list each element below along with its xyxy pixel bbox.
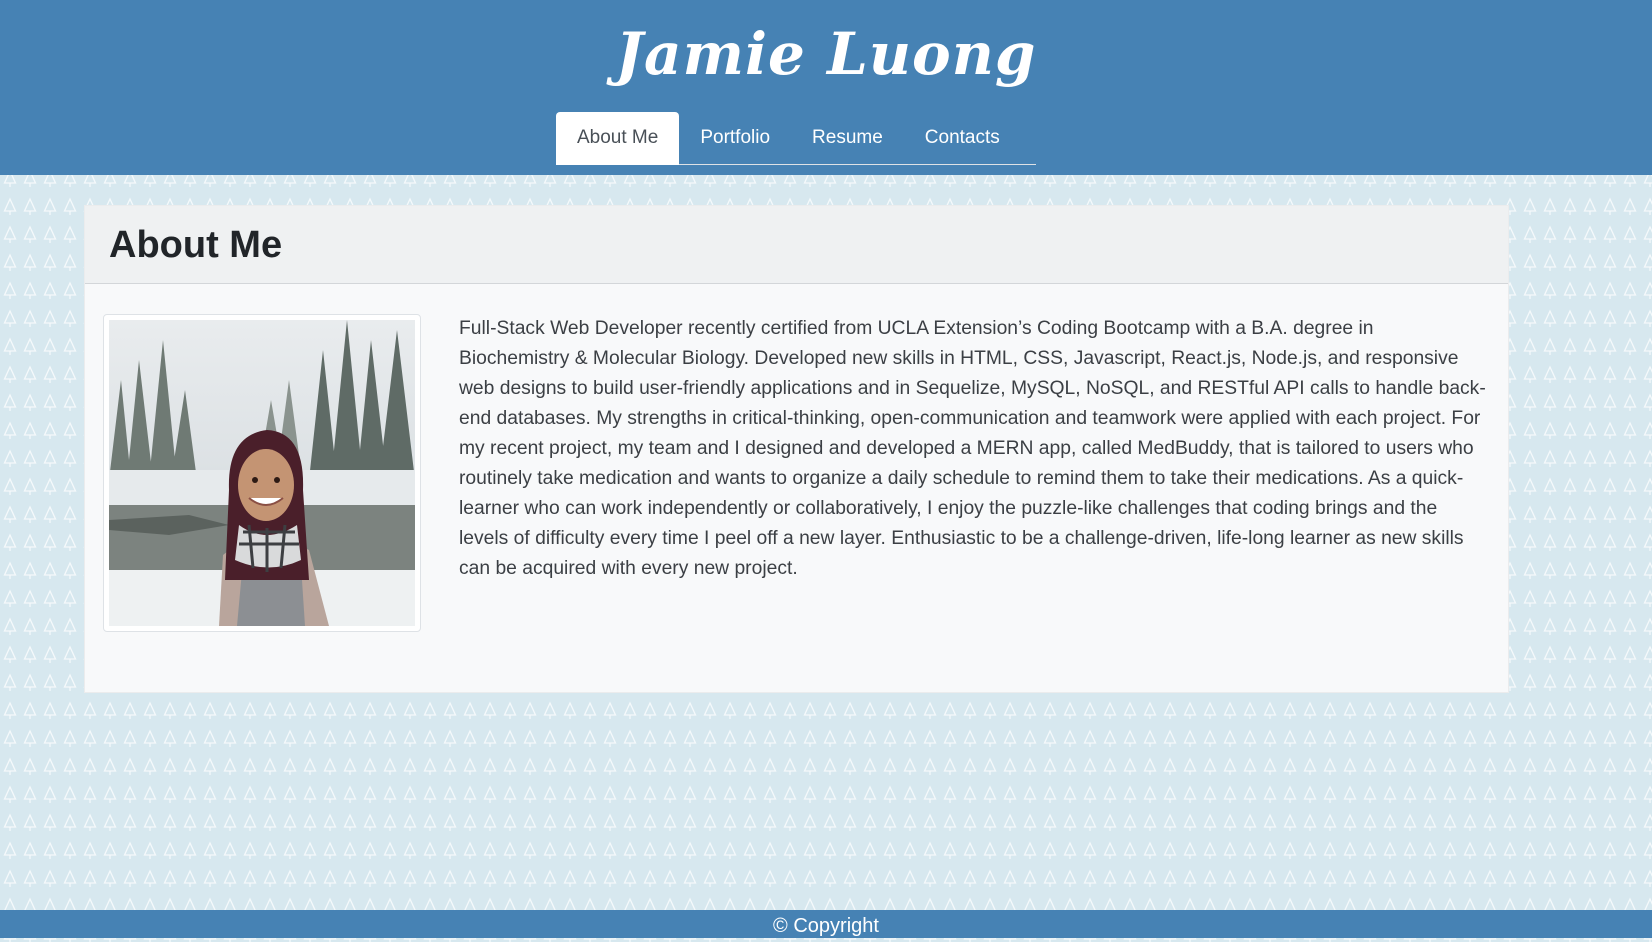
nav-tabs: About Me Portfolio Resume Contacts	[556, 112, 1036, 165]
tab-contacts[interactable]: Contacts	[904, 112, 1021, 164]
tab-resume[interactable]: Resume	[791, 112, 904, 164]
bio-text: Full-Stack Web Developer recently certif…	[459, 318, 1486, 579]
card-header: About Me	[85, 206, 1508, 284]
profile-photo	[109, 320, 415, 626]
page-title: About Me	[109, 224, 283, 266]
copyright-text: © Copyright	[773, 915, 879, 937]
tab-about-me[interactable]: About Me	[556, 112, 680, 165]
site-title: Jamie Luong	[615, 20, 1037, 88]
profile-photo-frame	[103, 314, 421, 632]
site-footer: © Copyright	[0, 910, 1652, 938]
site-header: Jamie Luong About Me Portfolio Resume Co…	[0, 0, 1652, 175]
tab-portfolio[interactable]: Portfolio	[679, 112, 791, 164]
about-card: About Me Full-Stack Web Developer recent…	[84, 205, 1509, 693]
